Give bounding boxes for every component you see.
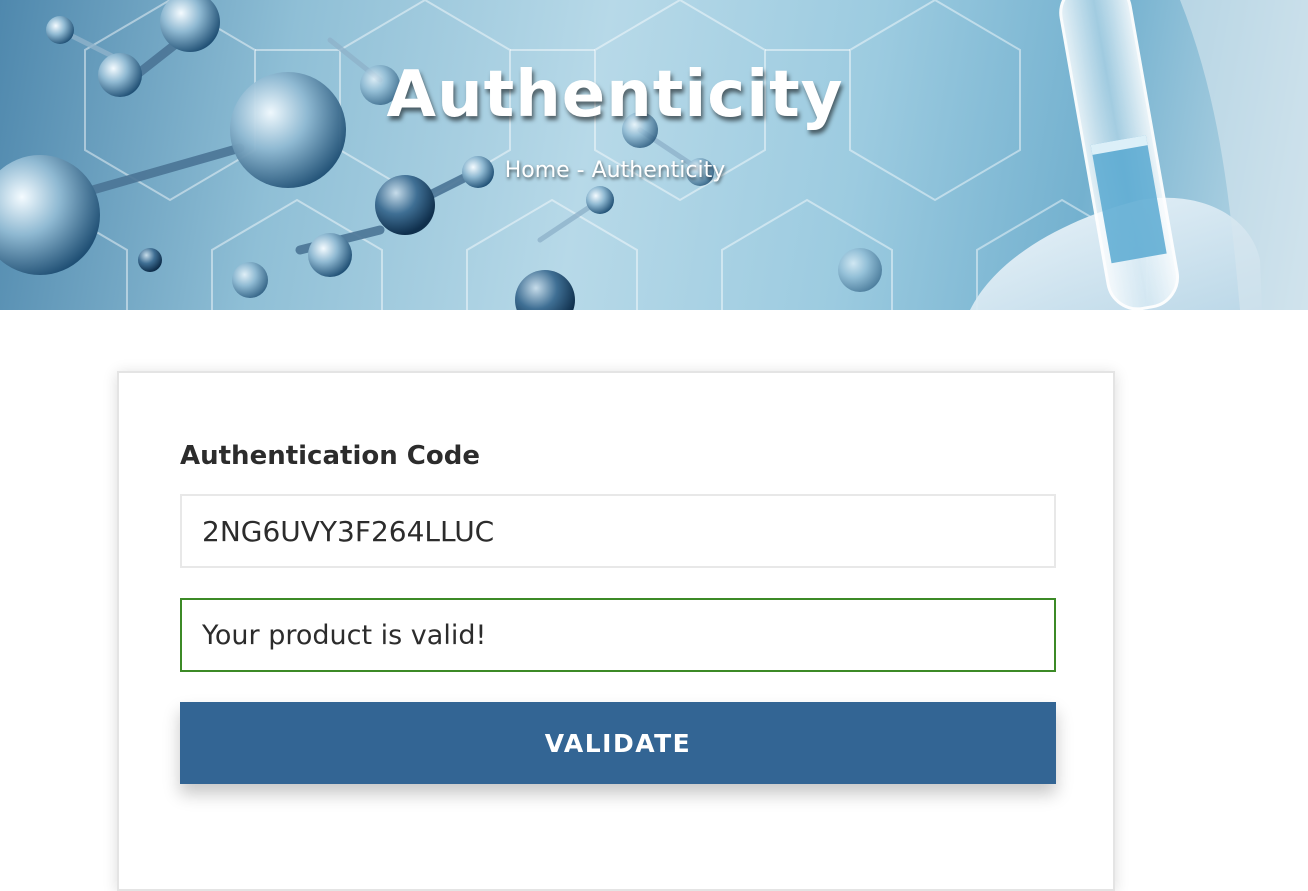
validation-result-message: Your product is valid!: [180, 598, 1056, 672]
authentication-code-label: Authentication Code: [180, 441, 480, 471]
breadcrumb-separator: -: [569, 158, 592, 183]
validate-button[interactable]: VALIDATE: [180, 702, 1056, 784]
breadcrumb: Home - Authenticity: [0, 158, 1230, 183]
hero-banner: Authenticity Home - Authenticity: [0, 0, 1308, 310]
validation-result-text: Your product is valid!: [202, 619, 487, 651]
page-title: Authenticity: [386, 58, 844, 132]
molecule-background-image: [0, 0, 1308, 310]
breadcrumb-current: Authenticity: [591, 158, 726, 183]
authentication-form-card: Authentication Code Your product is vali…: [117, 371, 1115, 891]
breadcrumb-home-link[interactable]: Home: [505, 158, 570, 183]
authentication-code-input[interactable]: [180, 494, 1056, 568]
